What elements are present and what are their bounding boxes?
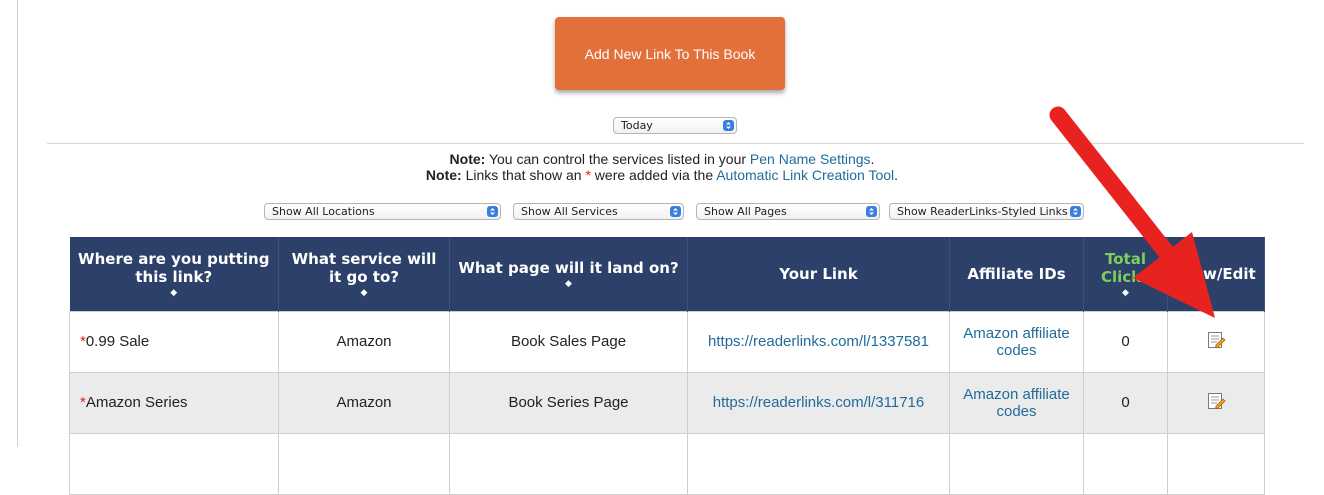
- empty-cell: [687, 432, 950, 495]
- view-edit-cell: [1167, 371, 1265, 434]
- link-cell: https://readerlinks.com/l/1337581: [687, 310, 950, 373]
- page-cell: Book Series Page: [449, 371, 688, 434]
- sort-icon[interactable]: ◆: [1090, 288, 1161, 298]
- table-row: *Amazon Series Amazon Book Series Page h…: [69, 371, 1265, 434]
- note-label: Note:: [425, 167, 462, 183]
- sort-icon[interactable]: ◆: [76, 288, 273, 298]
- left-border: [17, 0, 18, 447]
- locations-filter-value: Show All Locations: [272, 205, 375, 218]
- sort-icon[interactable]: ◆: [456, 279, 681, 289]
- add-new-link-button[interactable]: Add New Link To This Book: [555, 17, 785, 90]
- location-cell: *Amazon Series: [69, 371, 279, 434]
- select-arrows-icon: [723, 120, 734, 131]
- header-label: View/Edit: [1176, 264, 1256, 283]
- pages-filter-value: Show All Pages: [704, 205, 787, 218]
- empty-cell: [1167, 432, 1265, 495]
- header-label: Your Link: [779, 264, 858, 283]
- header-location[interactable]: Where are you putting this link? ◆: [69, 237, 279, 311]
- edit-icon[interactable]: [1206, 391, 1226, 411]
- view-edit-cell: [1167, 310, 1265, 373]
- note-text: were added via the: [590, 167, 717, 183]
- select-arrows-icon: [1070, 206, 1081, 217]
- empty-cell: [1083, 432, 1168, 495]
- header-service[interactable]: What service will it go to? ◆: [278, 237, 450, 311]
- reader-link[interactable]: https://readerlinks.com/l/1337581: [708, 333, 929, 350]
- location-text: 0.99 Sale: [85, 333, 150, 350]
- locations-filter-select[interactable]: Show All Locations: [264, 203, 501, 220]
- empty-cell: [69, 432, 279, 495]
- note-text: You can control the services listed in y…: [485, 151, 750, 167]
- empty-cell: [949, 432, 1084, 495]
- pen-name-settings-link[interactable]: Pen Name Settings: [750, 151, 871, 167]
- table-header-row: Where are you putting this link? ◆ What s…: [69, 237, 1265, 311]
- link-cell: https://readerlinks.com/l/311716: [687, 371, 950, 434]
- page-cell: Book Sales Page: [449, 310, 688, 373]
- note-end: .: [894, 167, 899, 183]
- services-filter-select[interactable]: Show All Services: [513, 203, 684, 220]
- services-filter-value: Show All Services: [521, 205, 618, 218]
- header-clicks[interactable]: Total Clicks ◆: [1083, 237, 1168, 311]
- affiliate-cell: Amazon affiliate codes: [949, 371, 1084, 434]
- date-range-select[interactable]: Today: [613, 117, 737, 134]
- header-label: What page will it land on?: [458, 258, 679, 277]
- note-line-2: Note: Links that show an * were added vi…: [0, 168, 1324, 183]
- note-end: .: [870, 151, 875, 167]
- affiliate-cell: Amazon affiliate codes: [949, 310, 1084, 373]
- select-arrows-icon: [866, 206, 877, 217]
- note-text: Links that show an: [461, 167, 586, 183]
- header-page[interactable]: What page will it land on? ◆: [449, 237, 688, 311]
- table-row: [69, 432, 1265, 495]
- table-row: *0.99 Sale Amazon Book Sales Page https:…: [69, 310, 1265, 373]
- select-arrows-icon: [670, 206, 681, 217]
- empty-cell: [278, 432, 450, 495]
- select-arrows-icon: [487, 206, 498, 217]
- header-label: What service will it go to?: [291, 249, 437, 286]
- automatic-link-creation-tool-link[interactable]: Automatic Link Creation Tool: [716, 167, 894, 183]
- styled-links-filter-select[interactable]: Show ReaderLinks-Styled Links: [889, 203, 1084, 220]
- divider: [47, 143, 1304, 144]
- header-label: Total Clicks: [1100, 249, 1151, 286]
- date-range-value: Today: [621, 119, 653, 132]
- affiliate-codes-link[interactable]: Amazon affiliate codes: [963, 325, 1069, 359]
- header-affiliate: Affiliate IDs: [949, 237, 1084, 311]
- pages-filter-select[interactable]: Show All Pages: [696, 203, 880, 220]
- service-cell: Amazon: [278, 371, 450, 434]
- empty-cell: [449, 432, 688, 495]
- styled-links-filter-value: Show ReaderLinks-Styled Links: [897, 205, 1068, 218]
- note-label: Note:: [449, 151, 486, 167]
- header-label: Affiliate IDs: [967, 264, 1066, 283]
- header-label: Where are you putting this link?: [78, 249, 270, 286]
- service-cell: Amazon: [278, 310, 450, 373]
- location-text: Amazon Series: [85, 394, 188, 411]
- links-table: Where are you putting this link? ◆ What s…: [69, 237, 1265, 495]
- edit-icon[interactable]: [1206, 330, 1226, 350]
- clicks-cell: 0: [1083, 310, 1168, 373]
- note-line-1: Note: You can control the services liste…: [0, 152, 1324, 167]
- sort-icon[interactable]: ◆: [285, 288, 443, 298]
- header-link: Your Link: [687, 237, 950, 311]
- clicks-cell: 0: [1083, 371, 1168, 434]
- header-view-edit: View/Edit: [1167, 237, 1265, 311]
- affiliate-codes-link[interactable]: Amazon affiliate codes: [963, 386, 1069, 420]
- reader-link[interactable]: https://readerlinks.com/l/311716: [713, 394, 925, 411]
- location-cell: *0.99 Sale: [69, 310, 279, 373]
